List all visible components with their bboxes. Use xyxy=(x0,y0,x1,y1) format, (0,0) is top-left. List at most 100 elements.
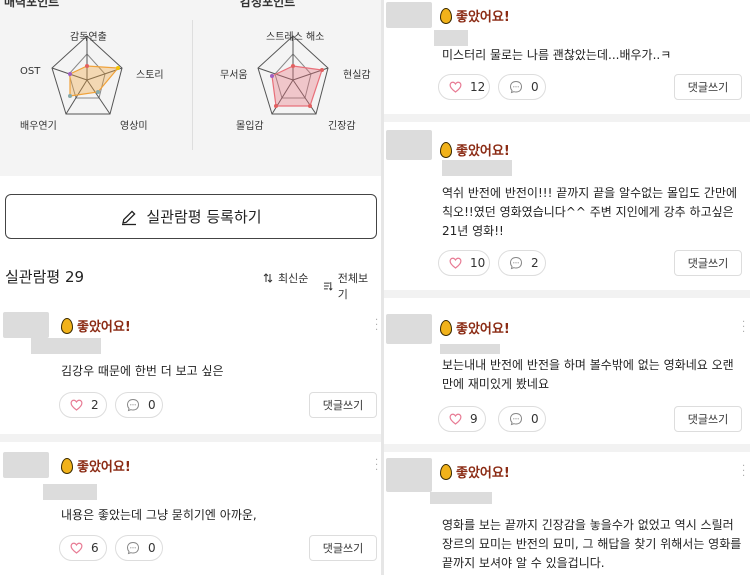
rating-label: 좋았어요! xyxy=(77,320,131,335)
comment-icon xyxy=(126,398,140,412)
like-count: 2 xyxy=(91,398,99,412)
like-count: 10 xyxy=(470,256,486,270)
review-text: 보는내내 반전에 반전을 하며 볼수밖에 없는 영화네요 오랜만에 재미있게 봤… xyxy=(442,358,734,391)
review-count-title: 실관람평 29 xyxy=(5,268,85,286)
charm-axis-visual: 영상미 xyxy=(120,121,148,132)
emotion-radar-area xyxy=(271,65,323,107)
like-count: 9 xyxy=(470,412,478,426)
comment-button[interactable]: 0 xyxy=(498,74,546,100)
rating-badge: 좋았어요! xyxy=(440,6,510,25)
separator xyxy=(384,114,750,122)
reply-button[interactable]: 댓글쓰기 xyxy=(309,392,377,418)
user-name-blurred xyxy=(442,160,512,176)
reply-button[interactable]: 댓글쓰기 xyxy=(674,250,742,276)
charm-axis-story: 스토리 xyxy=(136,70,164,81)
like-button[interactable]: 2 xyxy=(59,392,107,418)
avatar xyxy=(386,2,432,28)
like-button[interactable]: 10 xyxy=(438,250,490,276)
rating-label: 좋았어요! xyxy=(456,144,510,159)
avatar xyxy=(386,130,432,160)
like-button[interactable]: 9 xyxy=(438,406,486,432)
emotion-axis-realism: 현실감 xyxy=(343,70,371,81)
emotion-axis-stress-relief: 스트레스 해소 xyxy=(266,32,325,43)
charm-point-dot xyxy=(68,94,72,98)
view-all-button[interactable]: 전체보기 xyxy=(323,270,377,302)
review-card: 좋았어요! · · · 보는내내 반전에 반전을 하며 볼수밖에 없는 영화네요 오… xyxy=(386,314,750,442)
reply-button[interactable]: 댓글쓰기 xyxy=(674,406,742,432)
charm-point-dot xyxy=(116,66,120,70)
reply-label: 댓글쓰기 xyxy=(322,542,364,555)
comment-count: 0 xyxy=(531,80,539,94)
reply-label: 댓글쓰기 xyxy=(687,257,729,270)
review-card: 좋았어요! 미스터리 물로는 나름 괜찮았는데...배우가..ㅋ 12 0 댓글… xyxy=(386,2,750,112)
emotion-axis-immersion: 몰입감 xyxy=(236,121,264,132)
review-list-header: 실관람평 29 최신순 전체보기 xyxy=(5,266,377,301)
comment-button[interactable]: 2 xyxy=(498,250,546,276)
user-name-blurred xyxy=(434,30,468,46)
rating-badge: 좋았어요! xyxy=(440,462,510,481)
more-options-icon[interactable]: · · · xyxy=(375,316,379,336)
comment-icon xyxy=(126,541,140,555)
review-text: 영화를 보는 끝까지 긴장감을 놓을수가 없었고 역시 스릴러 장르의 묘미는 … xyxy=(442,518,742,570)
sort-latest-button[interactable]: 최신순 xyxy=(263,270,308,286)
emotion-point-title: 감정포인트 xyxy=(240,0,296,9)
reply-label: 댓글쓰기 xyxy=(687,413,729,426)
heart-icon xyxy=(70,542,83,554)
reply-button[interactable]: 댓글쓰기 xyxy=(309,535,377,561)
rating-label: 좋았어요! xyxy=(77,460,131,475)
heart-icon xyxy=(449,413,462,425)
golden-egg-icon xyxy=(440,319,452,336)
separator xyxy=(384,290,750,298)
rating-badge: 좋았어요! xyxy=(61,456,131,475)
charm-radar-area xyxy=(69,65,120,97)
comment-button[interactable]: 0 xyxy=(115,392,163,418)
rating-label: 좋았어요! xyxy=(456,322,510,337)
more-options-icon[interactable]: · · · xyxy=(742,318,746,338)
radar-divider xyxy=(192,20,193,150)
filter-icon xyxy=(323,282,333,291)
comment-icon xyxy=(509,256,523,270)
avatar xyxy=(386,314,432,344)
golden-egg-icon xyxy=(440,141,452,158)
like-count: 6 xyxy=(91,541,99,555)
user-name-blurred xyxy=(430,492,492,504)
charm-point-dot xyxy=(85,64,89,68)
like-button[interactable]: 6 xyxy=(59,535,107,561)
write-review-button[interactable]: 실관람평 등록하기 xyxy=(5,194,377,239)
comment-button[interactable]: 0 xyxy=(115,535,163,561)
reply-button[interactable]: 댓글쓰기 xyxy=(674,74,742,100)
rating-badge: 좋았어요! xyxy=(61,316,131,335)
pencil-icon xyxy=(122,209,137,225)
charm-axis-directing: 감독연출 xyxy=(70,32,107,43)
review-card: 좋았어요! · · · 내용은 좋았는데 그냥 묻히기엔 아까운, 6 0 댓글쓰기 xyxy=(3,452,381,575)
left-panel: 매력포인트 감정포인트 감독연출 스토리 영상미 배우연기 OST 스트레스 해… xyxy=(0,0,381,575)
comment-icon xyxy=(509,412,523,426)
emotion-point-dot xyxy=(270,74,274,78)
more-options-icon[interactable]: · · · xyxy=(375,456,379,476)
review-text: 역쉬 반전에 반전이!!! 끝까지 끝을 알수없는 몰입도 간만에 칙오!!였던… xyxy=(442,186,738,238)
charm-axis-acting: 배우연기 xyxy=(20,121,57,132)
emotion-point-dot xyxy=(274,104,278,108)
review-text: 내용은 좋았는데 그냥 묻히기엔 아까운, xyxy=(61,508,257,522)
like-count: 12 xyxy=(470,80,486,94)
charm-point-dot xyxy=(68,72,72,76)
review-card: 좋았어요! · · · 김강우 때문에 한번 더 보고 싶은 2 0 댓글쓰기 xyxy=(3,312,381,432)
point-radar-panel: 매력포인트 감정포인트 감독연출 스토리 영상미 배우연기 OST 스트레스 해… xyxy=(0,0,381,176)
separator xyxy=(384,444,750,452)
more-options-icon[interactable]: · · · xyxy=(742,462,746,482)
golden-egg-icon xyxy=(61,317,73,334)
user-name-blurred xyxy=(43,484,97,500)
emotion-point-dot xyxy=(308,104,312,108)
golden-egg-icon xyxy=(440,463,452,480)
review-text: 미스터리 물로는 나름 괜찮았는데...배우가..ㅋ xyxy=(442,48,672,62)
rating-label: 좋았어요! xyxy=(456,10,510,25)
comment-count: 0 xyxy=(531,412,539,426)
like-button[interactable]: 12 xyxy=(438,74,490,100)
right-panel: 좋았어요! 미스터리 물로는 나름 괜찮았는데...배우가..ㅋ 12 0 댓글… xyxy=(384,0,750,575)
reply-label: 댓글쓰기 xyxy=(322,399,364,412)
write-review-label: 실관람평 등록하기 xyxy=(146,208,262,226)
emotion-point-dot xyxy=(320,68,324,72)
filter-label: 전체보기 xyxy=(337,272,369,301)
comment-button[interactable]: 0 xyxy=(498,406,546,432)
review-card: 좋았어요! 역쉬 반전에 반전이!!! 끝까지 끝을 알수없는 몰입도 간만에 … xyxy=(386,130,750,286)
